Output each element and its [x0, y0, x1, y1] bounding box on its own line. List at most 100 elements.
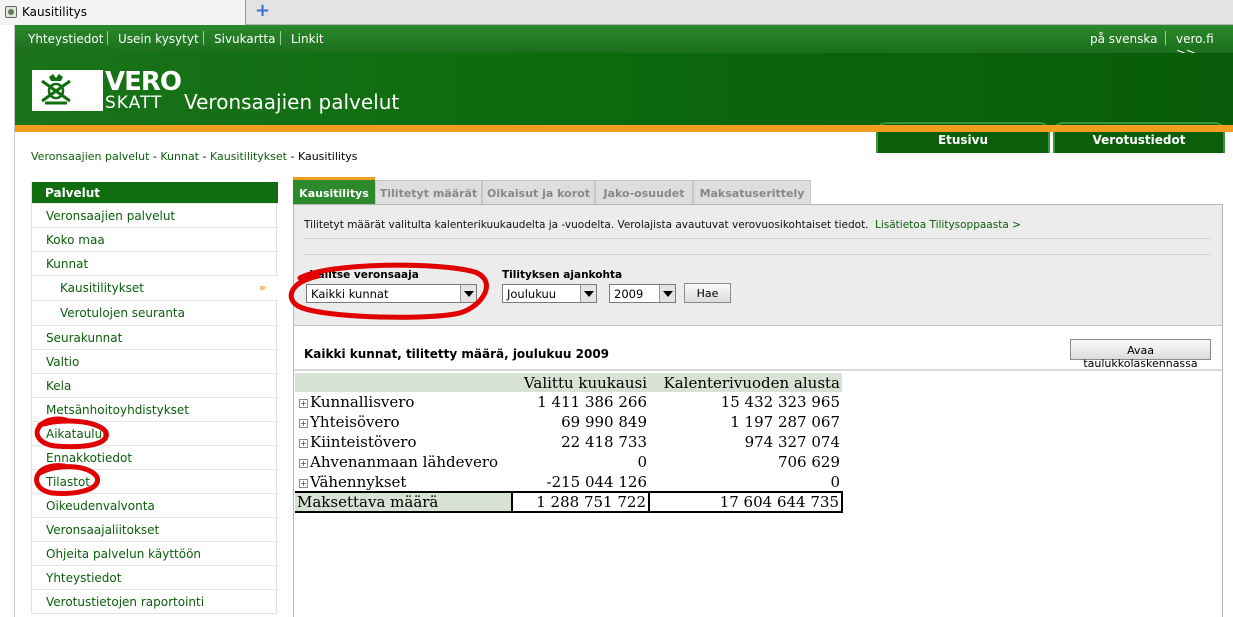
row-name: Ahvenanmaan lähdevero: [310, 453, 499, 471]
top-navigation: Yhteystiedot Usein kysytyt Sivukartta Li…: [15, 25, 1233, 60]
topnav-link-faq[interactable]: Usein kysytyt: [118, 32, 199, 46]
sidebar-item-tax-revenue-monitoring[interactable]: Verotulojen seuranta: [32, 300, 278, 324]
table-row[interactable]: + Kiinteistövero 22 418 733 974 327 074: [295, 432, 842, 452]
table-row[interactable]: + Yhteisövero 69 990 849 1 197 287 067: [295, 412, 842, 432]
table-row[interactable]: + Kunnallisvero 1 411 386 266 15 432 323 …: [295, 392, 842, 412]
table-header-cell: Valittu kuukausi: [512, 373, 649, 392]
topnav-divider: [203, 31, 204, 45]
sidebar-item-parishes[interactable]: Seurakunnat: [32, 325, 278, 349]
page-favicon-icon: [5, 6, 17, 18]
year-select[interactable]: 2009: [609, 284, 676, 303]
table-row[interactable]: + Ahvenanmaan lähdevero 0 706 629: [295, 452, 842, 472]
divider: [304, 254, 1211, 255]
topnav-link-swedish[interactable]: på svenska: [1090, 32, 1157, 46]
row-name-cell[interactable]: + Kiinteistövero: [295, 432, 512, 452]
breadcrumb-separator: -: [149, 150, 161, 163]
total-name: Maksettava määrä: [295, 491, 512, 513]
sidebar-item-kela[interactable]: Kela: [32, 373, 278, 397]
coat-of-arms-icon: [41, 74, 71, 105]
sidebar-item-label: Kunnat: [46, 257, 89, 271]
sidebar-item-schedules[interactable]: Aikataulut: [32, 421, 278, 445]
topnav-link-sitemap[interactable]: Sivukartta: [214, 32, 275, 46]
sidebar-item-label: Kela: [46, 379, 72, 393]
row-name-cell[interactable]: + Ahvenanmaan lähdevero: [295, 452, 512, 472]
sidebar-item-legal-supervision[interactable]: Oikeudenvalvonta: [32, 493, 278, 517]
web-page: Yhteystiedot Usein kysytyt Sivukartta Li…: [14, 25, 1233, 617]
new-tab-icon[interactable]: +: [255, 2, 271, 20]
breadcrumb-link[interactable]: Kausitilitykset: [210, 150, 287, 163]
open-spreadsheet-button[interactable]: Avaa taulukkolaskennassa: [1070, 339, 1211, 370]
sidebar-item-tax-reporting[interactable]: Verotustietojen raportointi: [32, 589, 278, 613]
result-title: Kaikki kunnat, tilitetty määrä, joulukuu…: [304, 347, 610, 361]
sidebar-item-label: Tilastot: [46, 475, 90, 489]
breadcrumb-link[interactable]: Kunnat: [160, 150, 199, 163]
recipient-select[interactable]: Kaikki kunnat: [306, 284, 477, 303]
expand-icon[interactable]: +: [299, 439, 308, 448]
sidebar-item-state[interactable]: Valtio: [32, 349, 278, 373]
logo-skatt-text: SKATT: [105, 93, 163, 113]
chevron-down-icon[interactable]: [580, 285, 596, 302]
banner-accent-line: [15, 125, 1233, 132]
row-name-cell[interactable]: + Kunnallisvero: [295, 392, 512, 412]
table-header-cell: Kalenterivuoden alusta: [649, 373, 842, 392]
row-month-value: 1 411 386 266: [537, 393, 647, 411]
sidebar-item-municipalities[interactable]: Kunnat: [32, 251, 278, 275]
row-name: Yhteisövero: [310, 413, 400, 431]
content-panel: Tilitetyt määrät valitulta kalenterikuuk…: [293, 204, 1223, 617]
row-name-cell[interactable]: + Vähennykset: [295, 472, 512, 492]
sidebar-item-advance-info[interactable]: Ennakkotiedot: [32, 445, 278, 469]
topnav-link-links[interactable]: Linkit: [291, 32, 324, 46]
browser-tab-strip: Kausitilitys +: [0, 0, 1233, 25]
sidebar-heading: Palvelut: [32, 182, 278, 203]
sidebar-item-label: Ennakkotiedot: [46, 451, 133, 465]
month-select-value: Joulukuu: [507, 287, 557, 301]
sidebar-item-label: Aikataulut: [46, 427, 107, 441]
search-button[interactable]: Hae: [684, 283, 731, 303]
sidebar-item-label: Seurakunnat: [46, 331, 123, 345]
date-label: Tilityksen ajankohta: [502, 269, 623, 281]
row-month-value: 0: [637, 453, 647, 471]
sidebar-item-recipient-unions[interactable]: Veronsaajaliitokset: [32, 517, 278, 541]
row-month-value: -215 044 126: [546, 472, 648, 491]
screenshot-root: Kausitilitys + Yhteystiedot Usein kysyty…: [0, 0, 1233, 617]
breadcrumb-link[interactable]: Veronsaajien palvelut: [31, 150, 149, 163]
expand-icon[interactable]: +: [299, 419, 308, 428]
guide-link[interactable]: Lisätietoa Tilitysoppaasta >: [875, 219, 1021, 231]
sidebar-item-usage-instructions[interactable]: Ohjeita palvelun käyttöön: [32, 541, 278, 565]
tab-periodic-settlement[interactable]: Kausitilitys: [293, 177, 375, 205]
sidebar-item-periodic-settlements[interactable]: Kausitilitykset »: [32, 275, 278, 299]
breadcrumb-separator: -: [286, 150, 298, 163]
row-month-value: 22 418 733: [561, 433, 647, 451]
sidebar-item-forestry-associations[interactable]: Metsänhoitoyhdistykset: [32, 397, 278, 421]
intro-text: Tilitetyt määrät valitulta kalenterikuuk…: [304, 219, 869, 231]
result-divider: [294, 369, 1222, 371]
topnav-divider: [280, 31, 281, 45]
sidebar-item-recipient-services[interactable]: Veronsaajien palvelut: [32, 203, 278, 227]
chevron-down-icon[interactable]: [659, 285, 675, 302]
sidebar-item-contact[interactable]: Yhteystiedot: [32, 565, 278, 589]
sidebar-item-label: Veronsaajien palvelut: [46, 209, 176, 223]
tab-payment-breakdown[interactable]: Maksatuserittely: [693, 180, 811, 204]
browser-tab[interactable]: Kausitilitys: [0, 0, 246, 25]
expand-icon[interactable]: +: [299, 478, 308, 488]
breadcrumb-separator: -: [199, 150, 210, 163]
row-ytd-value: 1 197 287 067: [730, 413, 840, 431]
row-name-cell[interactable]: + Yhteisövero: [295, 412, 512, 432]
tab-corrections-interest[interactable]: Oikaisut ja korot: [482, 180, 595, 204]
tab-shares[interactable]: Jako-osuudet: [595, 180, 693, 204]
topnav-link-contact[interactable]: Yhteystiedot: [28, 32, 103, 46]
expand-icon[interactable]: +: [299, 399, 308, 408]
table-total-row: Maksettava määrä 1 288 751 722 17 604 64…: [295, 491, 843, 513]
sidebar-item-label: Verotulojen seuranta: [60, 306, 185, 320]
sidebar-item-whole-country[interactable]: Koko maa: [32, 227, 278, 251]
expand-icon[interactable]: +: [299, 459, 308, 468]
sidebar-item-label: Koko maa: [46, 233, 105, 247]
tab-settled-amounts[interactable]: Tilitetyt määrät: [375, 180, 482, 204]
browser-tab-title: Kausitilitys: [22, 5, 87, 19]
table-row[interactable]: + Vähennykset -215 044 126 0: [295, 472, 842, 492]
chevron-down-icon[interactable]: [460, 285, 476, 302]
filter-area: Tilitetyt määrät valitulta kalenterikuuk…: [294, 205, 1222, 326]
month-select[interactable]: Joulukuu: [502, 284, 597, 303]
sidebar-item-label: Kausitilitykset: [60, 281, 145, 295]
sidebar-item-statistics[interactable]: Tilastot: [32, 469, 278, 493]
